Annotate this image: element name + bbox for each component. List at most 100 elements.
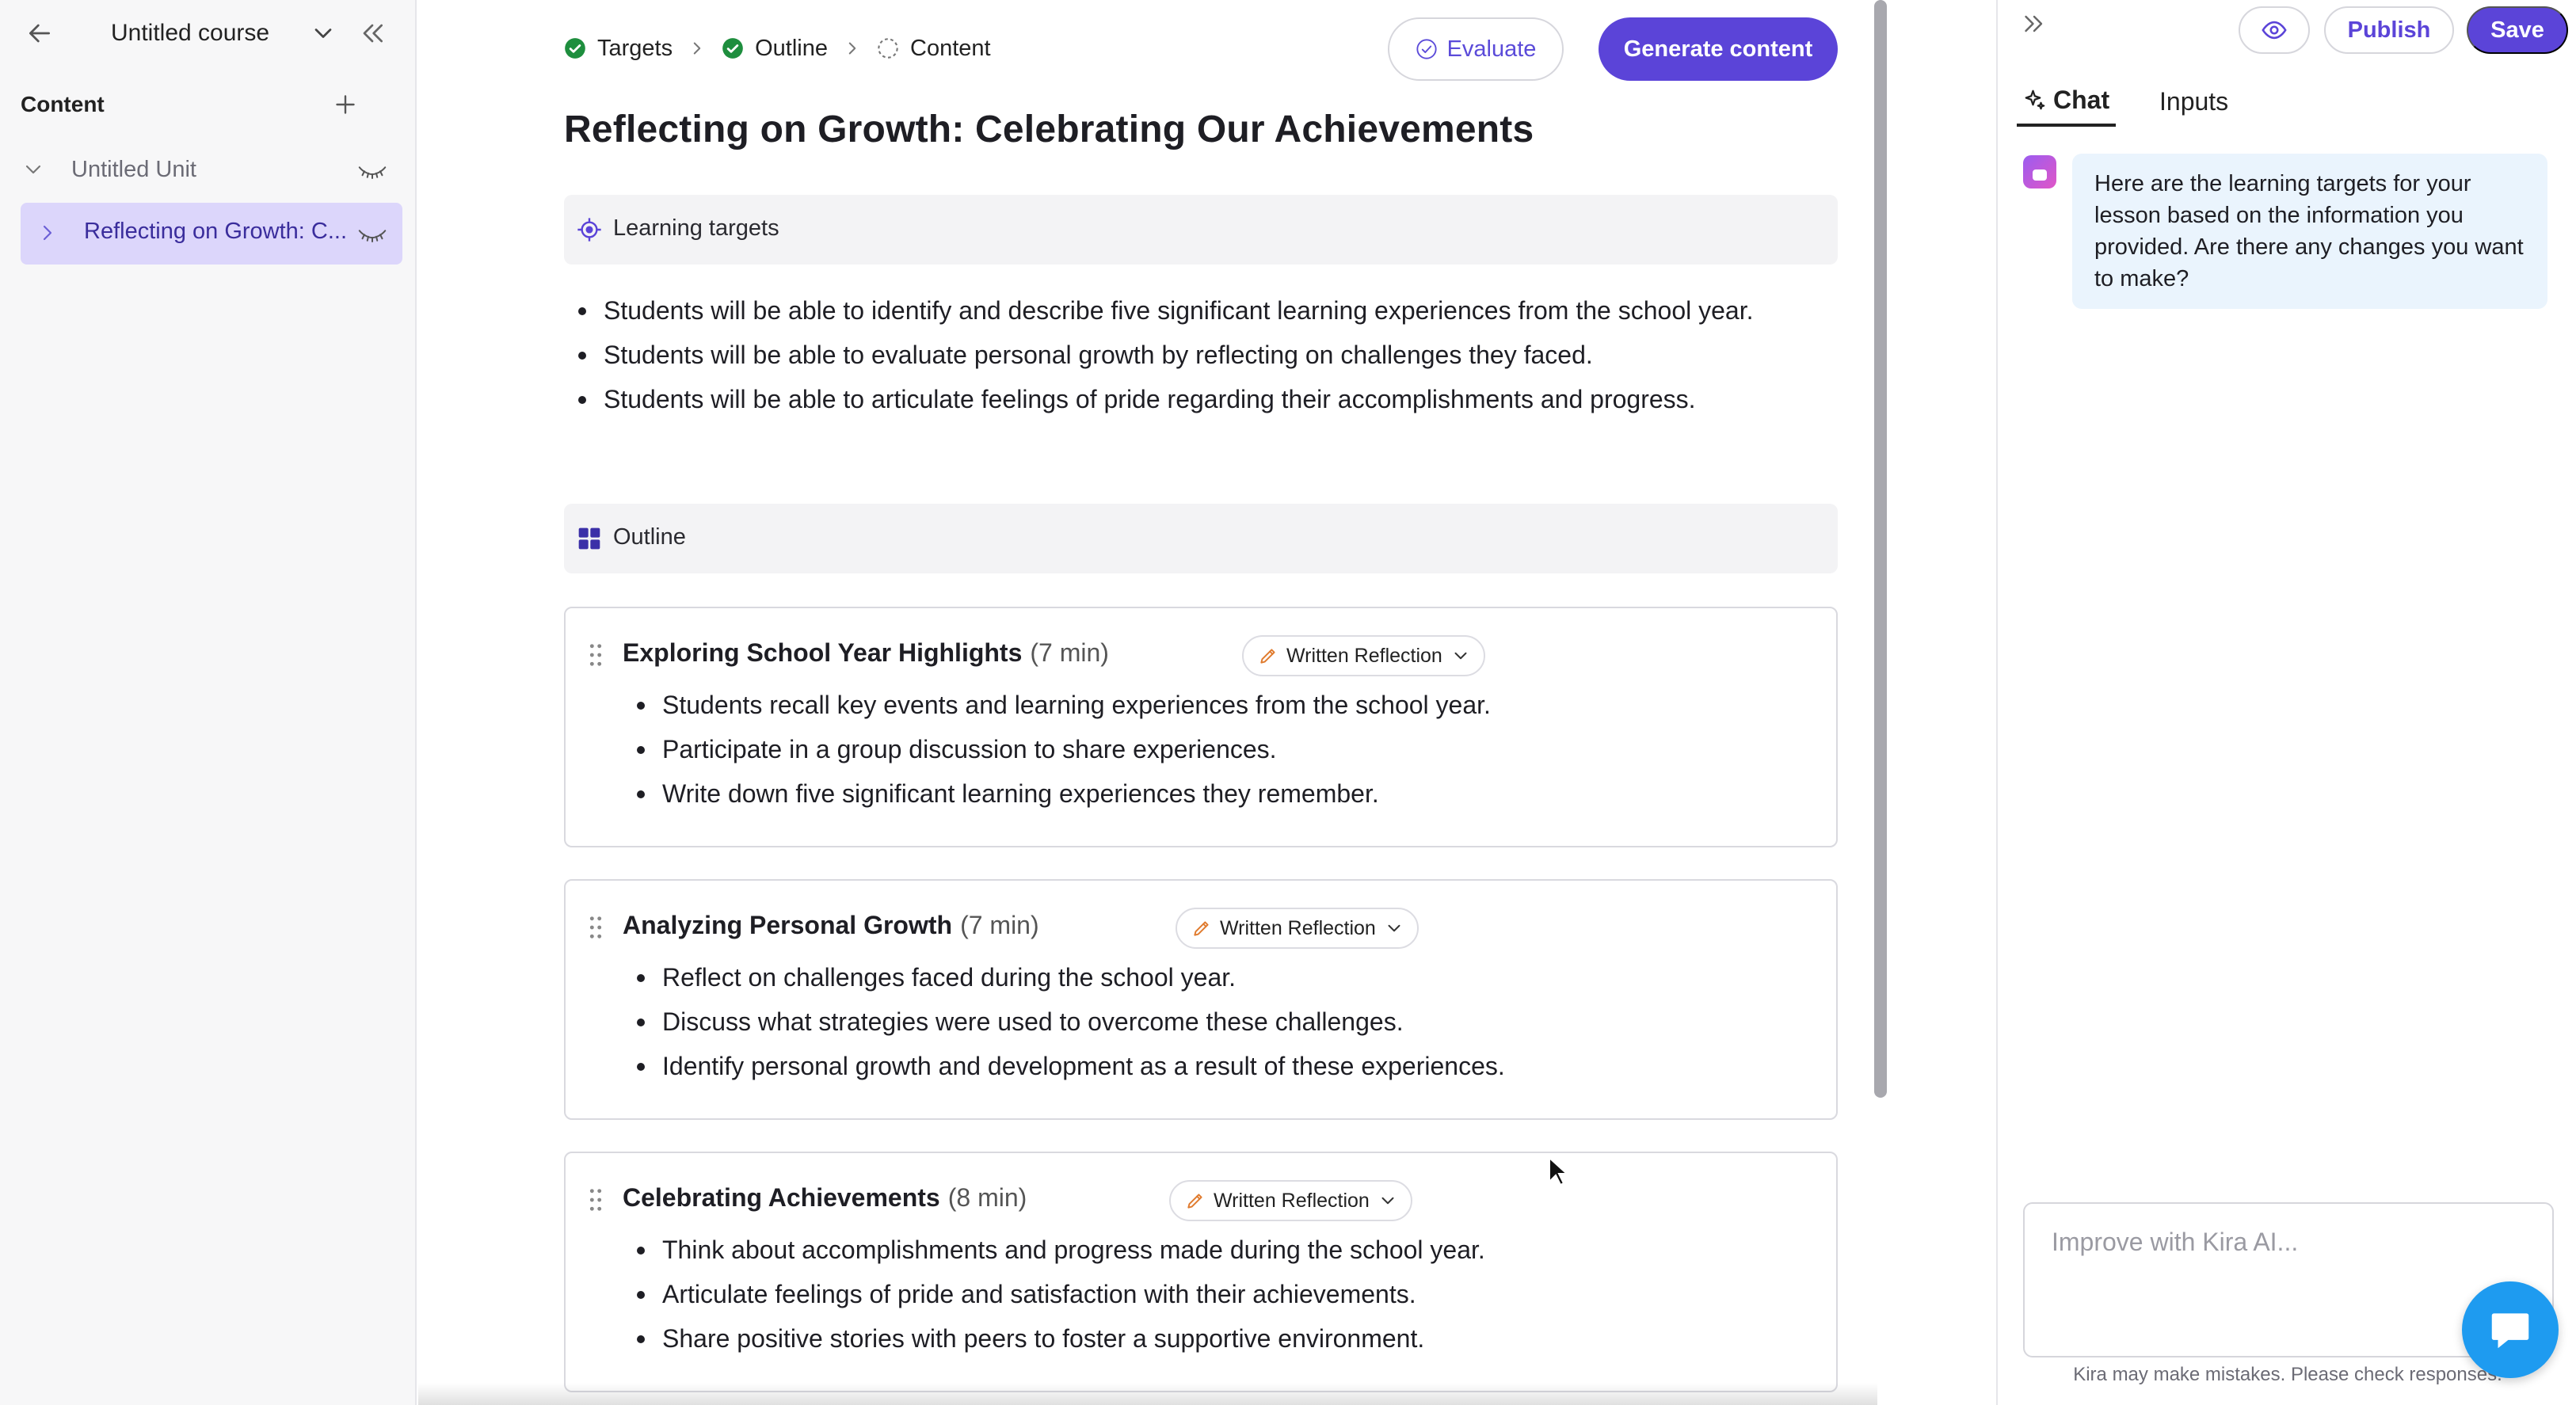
section-duration: (7 min) [1030,638,1109,667]
activity-type-label: Written Reflection [1214,1189,1370,1212]
list-item: Discuss what strategies were used to ove… [623,1006,1811,1038]
section-title: Exploring School Year Highlights (7 min) [623,638,1109,668]
list-item: Share positive stories with peers to fos… [623,1323,1811,1354]
pencil-icon [1194,921,1209,936]
support-chat-button[interactable] [2462,1281,2559,1378]
list-item: Identify personal growth and development… [623,1050,1811,1082]
unit-label: Untitled Unit [71,157,196,182]
evaluate-button[interactable]: Evaluate [1388,17,1564,81]
check-circle-icon [565,38,585,59]
chevron-down-icon [1381,1197,1394,1205]
sidebar-item-lesson[interactable]: Reflecting on Growth: C... [21,203,402,265]
section-title-text: Exploring School Year Highlights [623,638,1023,667]
main-editor: Targets Outline Content Evaluate Generat… [418,0,1887,1405]
back-arrow-icon[interactable] [24,17,55,49]
evaluate-label: Evaluate [1446,36,1537,62]
chat-bubble-icon [2491,1313,2529,1349]
assistant-panel: Publish Save Chat Inputs Here are the le… [1996,0,2576,1405]
crumb-label: Outline [755,35,828,61]
learning-targets-header: Learning targets [564,195,1838,265]
chevron-right-icon[interactable] [35,220,60,246]
assistant-message: Here are the learning targets for your l… [2072,154,2547,309]
drag-handle-icon[interactable] [588,643,604,667]
bottom-fade [418,1383,1877,1405]
learning-targets-list: Students will be able to identify and de… [564,295,1831,428]
section-bullets: Students recall key events and learning … [623,689,1811,822]
content-label: Content [21,92,105,116]
check-circle-outline-icon [1416,39,1437,59]
crumb-label: Targets [597,35,673,61]
list-item: Think about accomplishments and progress… [623,1234,1811,1266]
pencil-icon [1187,1194,1202,1209]
outline-header: Outline [564,504,1838,573]
save-button[interactable]: Save [2467,6,2568,54]
course-title[interactable]: Untitled course [111,17,269,49]
list-item: Reflect on challenges faced during the s… [623,961,1811,993]
tab-chat[interactable]: Chat [2017,76,2117,127]
crumb-label: Content [910,35,991,61]
breadcrumb: Targets Outline Content [564,32,991,65]
chevron-right-icon [848,42,856,55]
section-title-text: Analyzing Personal Growth [623,911,953,939]
publish-button[interactable]: Publish [2324,6,2454,54]
chevron-down-icon [1454,652,1467,660]
panel-tabs: Chat Inputs [2014,76,2568,127]
page-title: Reflecting on Growth: Celebrating Our Ac… [564,109,1534,150]
collapse-sidebar-icon[interactable] [356,17,388,49]
list-item: Students will be able to articulate feel… [564,383,1831,415]
section-bullets: Think about accomplishments and progress… [623,1234,1811,1367]
drag-handle-icon[interactable] [588,1188,604,1212]
chevron-down-icon[interactable] [21,157,46,182]
pending-circle-icon [878,38,898,59]
list-item: Articulate feelings of pride and satisfa… [623,1278,1811,1310]
activity-type-dropdown[interactable]: Written Reflection [1242,635,1485,676]
hidden-eye-icon[interactable] [356,158,388,182]
outline-section-card[interactable]: Celebrating Achievements (8 min) Written … [564,1152,1838,1392]
sidebar-header: Untitled course [0,0,415,67]
target-icon [577,218,601,242]
list-item: Students will be able to identify and de… [564,295,1831,326]
list-item: Students recall key events and learning … [623,689,1811,721]
outline-section-card[interactable]: Exploring School Year Highlights (7 min) … [564,607,1838,847]
mouse-cursor-icon [1549,1156,1569,1186]
lesson-label: Reflecting on Growth: C... [84,219,348,244]
check-circle-icon [722,38,743,59]
chat-input-placeholder: Improve with Kira AI... [2052,1228,2299,1256]
section-duration: (7 min) [960,911,1039,939]
list-item: Write down five significant learning exp… [623,778,1811,809]
learning-targets-label: Learning targets [613,215,779,241]
outline-label: Outline [613,524,686,550]
crumb-outline[interactable]: Outline [722,36,828,62]
crumb-content[interactable]: Content [877,36,991,62]
list-item: Students will be able to evaluate person… [564,339,1831,371]
activity-type-label: Written Reflection [1286,644,1442,667]
sidebar-item-unit[interactable]: Untitled Unit [21,149,401,190]
grid-icon [578,527,600,550]
expand-panel-icon[interactable] [2020,10,2048,38]
generate-content-button[interactable]: Generate content [1599,17,1838,81]
main-scrollbar[interactable] [1874,0,1887,1098]
section-title-text: Celebrating Achievements [623,1183,940,1212]
chevron-down-icon [1388,924,1400,932]
assistant-avatar [2023,155,2056,188]
eye-icon [2262,21,2287,40]
section-duration: (8 min) [947,1183,1027,1212]
hidden-eye-icon[interactable] [356,222,388,246]
section-bullets: Reflect on challenges faced during the s… [623,961,1811,1095]
left-sidebar: Untitled course Content Untitled Unit Re… [0,0,417,1405]
tab-chat-label: Chat [2053,85,2110,114]
sparkle-icon [2025,89,2045,110]
tab-inputs[interactable]: Inputs [2159,76,2228,127]
add-content-icon[interactable] [331,90,360,119]
chevron-down-icon[interactable] [309,19,337,48]
crumb-targets[interactable]: Targets [564,36,673,62]
drag-handle-icon[interactable] [588,916,604,939]
preview-button[interactable] [2239,6,2310,54]
section-title: Analyzing Personal Growth (7 min) [623,911,1039,940]
activity-type-dropdown[interactable]: Written Reflection [1176,908,1419,949]
list-item: Participate in a group discussion to sha… [623,733,1811,765]
section-title: Celebrating Achievements (8 min) [623,1183,1027,1213]
chevron-right-icon [693,42,701,55]
outline-section-card[interactable]: Analyzing Personal Growth (7 min) Written… [564,879,1838,1120]
activity-type-dropdown[interactable]: Written Reflection [1169,1180,1412,1221]
